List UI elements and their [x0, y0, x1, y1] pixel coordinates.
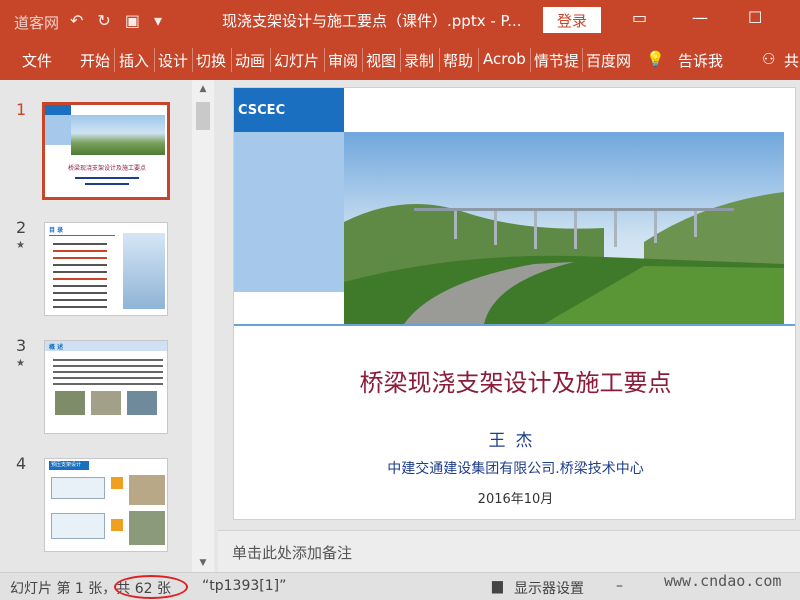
thumb-heading: 目 录 — [49, 227, 64, 234]
thumb-blue-band — [45, 115, 71, 145]
tab-separator — [478, 48, 479, 72]
slide-thumbnail-2[interactable]: 目 录 — [44, 222, 168, 316]
thumb-heading: 预压支架设计 — [51, 462, 82, 468]
thumb-arrow-icon — [111, 519, 123, 531]
tab-file[interactable]: 文件 — [22, 50, 52, 71]
tell-me-search[interactable]: 告诉我 — [678, 50, 723, 71]
tab-separator — [231, 48, 232, 72]
tab-record[interactable]: 录制 — [404, 50, 434, 71]
thumb-image — [123, 233, 165, 309]
slide-title[interactable]: 桥梁现浇支架设计及施工要点 — [234, 363, 795, 398]
lightbulb-icon[interactable]: 💡 — [646, 50, 665, 68]
title-bar: 道客网 ↶ ↻ ▣ ▾ 现浇支架设计与施工要点（课件）.pptx - P... … — [0, 0, 800, 40]
thumb-arrow-icon — [111, 477, 123, 489]
display-settings-button[interactable]: 显示器设置 — [514, 578, 584, 598]
quick-access-toolbar: ↶ ↻ ▣ ▾ — [8, 6, 162, 34]
login-button[interactable]: 登录 — [543, 7, 601, 33]
slide-logo-bar: CSCEC — [234, 88, 344, 132]
slide-author[interactable]: 王杰 — [234, 426, 795, 451]
slide-thumbnail-3[interactable]: 概 述 — [44, 340, 168, 434]
tab-storyboard[interactable]: 情节提 — [534, 50, 579, 71]
tab-help[interactable]: 帮助 — [443, 50, 473, 71]
thumb-header-band — [45, 341, 167, 351]
slide-number: 4 — [16, 454, 27, 473]
slide-organization[interactable]: 中建交通建设集团有限公司.桥梁技术中心 — [234, 458, 795, 478]
thumb-text-lines — [53, 359, 163, 361]
highlight-circle — [114, 575, 188, 599]
thumb-subtitle-line — [85, 183, 129, 185]
thumb-image — [127, 391, 157, 415]
tab-separator — [114, 48, 115, 72]
slide-number: 3 — [16, 336, 27, 355]
site-watermark-url: www.cndao.com — [664, 572, 782, 590]
thumb-box — [51, 477, 105, 499]
tab-insert[interactable]: 插入 — [119, 50, 149, 71]
tab-transitions[interactable]: 切换 — [196, 50, 226, 71]
share-label[interactable]: 共 — [784, 50, 799, 71]
thumb-image — [129, 511, 165, 545]
share-icon[interactable]: ⚇ — [762, 50, 775, 68]
thumb-rule — [49, 235, 115, 236]
tab-acrobat[interactable]: Acrob — [483, 50, 526, 68]
thumb-box — [51, 513, 105, 539]
display-icon[interactable]: ▆ — [492, 578, 503, 594]
redo-icon[interactable]: ↻ — [97, 11, 110, 30]
tab-separator — [324, 48, 325, 72]
thumbnail-pane: 1 2 ★ 3 ★ 4 桥梁现浇支架设计及施工要点 目 录 概 述 预压支架设计 — [0, 80, 216, 572]
animation-star-icon: ★ — [16, 358, 25, 369]
slide-blue-band — [234, 132, 344, 292]
tab-view[interactable]: 视图 — [366, 50, 396, 71]
animation-star-icon: ★ — [16, 240, 25, 251]
slideshow-icon[interactable]: ▣ — [125, 11, 140, 30]
notes-pane[interactable]: 单击此处添加备注 — [218, 530, 800, 572]
thumb-heading: 概 述 — [49, 344, 64, 351]
tab-baidu[interactable]: 百度网 — [586, 50, 631, 71]
thumb-image — [55, 391, 85, 415]
scroll-thumb[interactable] — [196, 102, 210, 130]
bridge-photo — [344, 132, 784, 324]
tab-design[interactable]: 设计 — [158, 50, 188, 71]
file-name-label: “tp1393[1]” — [202, 578, 287, 594]
tab-animations[interactable]: 动画 — [235, 50, 265, 71]
scroll-down-icon[interactable]: ▼ — [192, 554, 214, 572]
thumb-photo — [71, 115, 165, 155]
thumb-image — [91, 391, 121, 415]
ribbon-tabs: 文件 开始 插入 设计 切换 动画 幻灯片 审阅 视图 录制 帮助 Acrob … — [0, 40, 800, 80]
tab-separator — [192, 48, 193, 72]
scroll-up-icon[interactable]: ▲ — [192, 80, 214, 98]
tab-separator — [582, 48, 583, 72]
tab-separator — [154, 48, 155, 72]
tab-separator — [270, 48, 271, 72]
tab-home[interactable]: 开始 — [80, 50, 110, 71]
thumb-subtitle-line — [75, 177, 139, 179]
tab-review[interactable]: 审阅 — [328, 50, 358, 71]
thumb-image — [129, 475, 165, 505]
tab-separator — [400, 48, 401, 72]
tab-separator — [530, 48, 531, 72]
slide-divider-line — [234, 324, 795, 326]
zoom-out-icon[interactable]: – — [616, 578, 623, 594]
notes-placeholder[interactable]: 单击此处添加备注 — [232, 542, 352, 563]
current-slide[interactable]: CSCEC 桥梁现浇支架设计及施工要点 王杰 中建交通建设集团有限公司.桥梁技术… — [233, 87, 796, 520]
slide-number: 1 — [16, 100, 27, 119]
slide-date[interactable]: 2016年10月 — [234, 488, 795, 507]
thumb-title: 桥梁现浇支架设计及施工要点 — [67, 165, 146, 172]
slide-thumbnail-1[interactable]: 桥梁现浇支架设计及施工要点 — [42, 102, 170, 200]
thumbnail-scrollbar[interactable]: ▲ ▼ — [192, 80, 214, 572]
slide-number: 2 — [16, 218, 27, 237]
slide-thumbnail-4[interactable]: 预压支架设计 — [44, 458, 168, 552]
minimize-icon[interactable]: — — [692, 8, 708, 27]
window-title: 现浇支架设计与施工要点（课件）.pptx - P... — [222, 12, 522, 30]
tab-separator — [362, 48, 363, 72]
customize-qat-icon[interactable]: ▾ — [154, 11, 162, 30]
maximize-icon[interactable]: ☐ — [748, 8, 762, 27]
cscec-logo: CSCEC — [238, 103, 286, 118]
undo-icon[interactable]: ↶ — [70, 11, 83, 30]
thumb-text-lines — [53, 243, 107, 245]
tab-separator — [439, 48, 440, 72]
thumb-logo-bar — [45, 105, 71, 115]
tab-slideshow[interactable]: 幻灯片 — [274, 50, 319, 71]
ribbon-display-icon[interactable]: ▭ — [632, 8, 647, 27]
